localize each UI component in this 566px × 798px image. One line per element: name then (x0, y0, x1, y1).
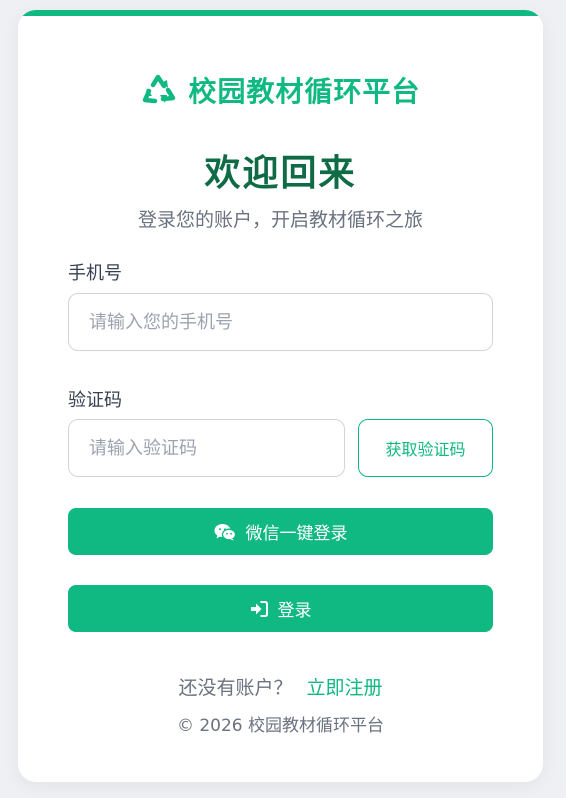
wechat-icon (214, 523, 236, 541)
phone-input[interactable] (68, 293, 493, 351)
copyright-footer: © 2026 校园教材循环平台 (176, 716, 385, 736)
verification-code-input[interactable] (68, 419, 345, 477)
register-prompt: 还没有账户？ 立即注册 (18, 673, 543, 700)
login-button[interactable]: 登录 (68, 585, 493, 632)
brand-header: 校园教材循环平台 (18, 68, 543, 112)
card-top-accent-bar (18, 10, 543, 16)
wechat-login-label: 微信一键登录 (245, 524, 348, 544)
code-label: 验证码 (68, 390, 122, 411)
page-title: 欢迎回来 (204, 153, 357, 194)
login-label: 登录 (277, 601, 312, 621)
recycle-icon (140, 71, 178, 109)
brand-name: 校园教材循环平台 (188, 75, 421, 108)
get-code-button[interactable]: 获取验证码 (358, 419, 493, 477)
login-card: 校园教材循环平台 欢迎回来 登录您的账户，开启教材循环之旅 手机号 验证码 获取… (18, 10, 543, 782)
wechat-login-button[interactable]: 微信一键登录 (68, 508, 493, 555)
page-subtitle: 登录您的账户，开启教材循环之旅 (137, 209, 423, 231)
sign-in-icon (250, 600, 268, 617)
register-link[interactable]: 立即注册 (307, 677, 383, 699)
register-question: 还没有账户？ (178, 677, 293, 699)
phone-label: 手机号 (68, 263, 122, 284)
